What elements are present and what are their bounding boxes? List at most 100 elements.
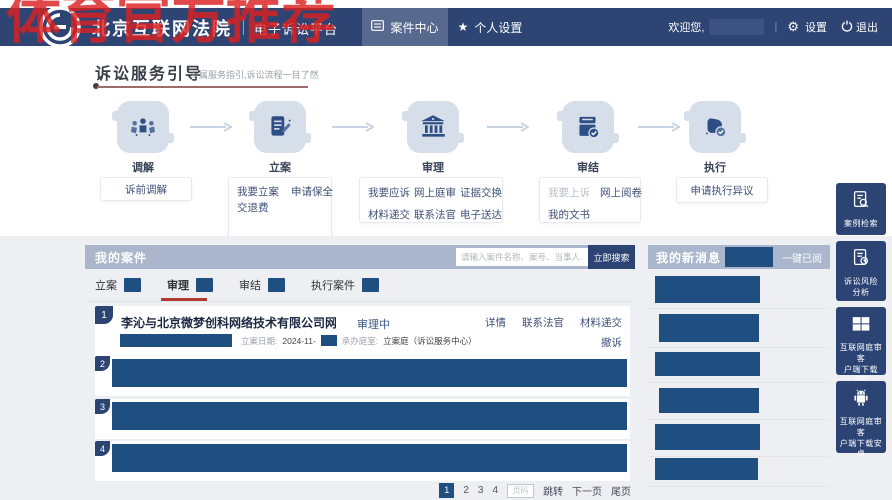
tab-concluded-count-redacted bbox=[268, 278, 285, 292]
action-material-submit[interactable]: 材料递交 bbox=[580, 315, 622, 330]
link-pretrial-mediation[interactable]: 诉前调解 bbox=[125, 182, 167, 197]
search-now-button[interactable]: 立即搜索 bbox=[588, 245, 635, 269]
case-content-redacted bbox=[112, 402, 627, 430]
step-filing-label: 立案 bbox=[250, 159, 310, 175]
page-3[interactable]: 3 bbox=[478, 485, 484, 496]
logout-button[interactable]: 退出 bbox=[841, 19, 878, 35]
tab-filing-label: 立案 bbox=[95, 277, 117, 293]
case-row-index: 1 bbox=[95, 306, 113, 324]
risk-analysis-icon bbox=[850, 256, 872, 273]
flow-arrow bbox=[190, 122, 232, 132]
windows-icon bbox=[850, 322, 872, 339]
link-online-file-review[interactable]: 网上阅卷 bbox=[600, 185, 642, 200]
link-my-documents[interactable]: 我的文书 bbox=[548, 207, 590, 222]
page-1-current[interactable]: 1 bbox=[439, 483, 454, 498]
page-jump-input[interactable] bbox=[507, 484, 534, 498]
link-contact-judge[interactable]: 联系法官 bbox=[414, 207, 456, 222]
case-center-list-icon bbox=[371, 20, 384, 34]
step-mediation-label: 调解 bbox=[113, 159, 173, 175]
last-page-button[interactable]: 尾页 bbox=[611, 483, 631, 498]
tab-trial-count-redacted bbox=[196, 278, 213, 292]
case-row-3-redacted[interactable]: 3 bbox=[95, 399, 630, 439]
nav-personal-settings[interactable]: ★ 个人设置 bbox=[448, 8, 532, 46]
nav-case-center[interactable]: 案件中心 bbox=[362, 8, 448, 46]
message-item-redacted[interactable] bbox=[659, 314, 759, 342]
case-number-redacted bbox=[120, 334, 232, 347]
message-item-redacted[interactable] bbox=[655, 424, 760, 450]
link-online-trial[interactable]: 网上庭审 bbox=[414, 185, 456, 200]
court-name: 北京互联网法院 bbox=[92, 15, 232, 41]
filing-date-label: 立案日期: bbox=[241, 335, 277, 347]
link-pay-refund-fee[interactable]: 交退费 bbox=[237, 202, 249, 215]
tab-execution-count-redacted bbox=[362, 278, 379, 292]
link-appeal[interactable]: 我要上诉 bbox=[548, 185, 590, 200]
mediation-people-icon bbox=[117, 101, 169, 153]
username-redacted bbox=[709, 19, 764, 35]
mark-all-read-button[interactable]: 一键已阅 bbox=[782, 250, 830, 265]
guide-section-subtitle: 专属服务指引,诉讼流程一目了然 bbox=[190, 68, 319, 81]
link-electronic-delivery[interactable]: 电子送达 bbox=[460, 207, 502, 222]
link-apply-preservation[interactable]: 申请保全 bbox=[291, 184, 333, 199]
power-icon bbox=[841, 20, 853, 35]
case-search-input[interactable] bbox=[456, 248, 588, 266]
sidebar-download-android-label: 互联网庭审客 户端下载安卓 bbox=[838, 417, 884, 460]
tab-concluded[interactable]: 审结 bbox=[239, 277, 285, 293]
my-cases-title: 我的案件 bbox=[85, 249, 147, 266]
link-evidence-exchange[interactable]: 证据交换 bbox=[460, 185, 502, 200]
sidebar-case-search-label: 案例检索 bbox=[838, 219, 884, 230]
nav-case-center-label: 案件中心 bbox=[390, 19, 438, 36]
logout-label: 退出 bbox=[856, 19, 878, 35]
sidebar-case-search-button[interactable]: 案例检索 bbox=[836, 183, 886, 235]
message-item-redacted[interactable] bbox=[655, 276, 760, 303]
link-execution-objection[interactable]: 申请执行异议 bbox=[691, 183, 754, 198]
message-item-redacted[interactable] bbox=[659, 388, 759, 413]
sidebar-download-pc-button[interactable]: 互联网庭审客 户端下载PC bbox=[836, 307, 886, 375]
top-header: 北京互联网法院 电子诉讼平台 案件中心 ★ 个人设置 欢迎您, | ⚙ 设置 退… bbox=[0, 8, 892, 46]
case-row-index: 4 bbox=[95, 441, 110, 456]
message-item-redacted[interactable] bbox=[655, 352, 760, 376]
action-contact-judge[interactable]: 联系法官 bbox=[522, 315, 564, 330]
guide-underline bbox=[97, 86, 308, 88]
case-actions: 详情 联系法官 材料递交 bbox=[485, 315, 622, 330]
next-page-button[interactable]: 下一页 bbox=[572, 483, 602, 498]
action-details[interactable]: 详情 bbox=[485, 315, 506, 330]
case-row-1[interactable]: 1 李沁与北京微梦创科网络技术有限公司网... 审理中 详情 联系法官 材料递交… bbox=[95, 306, 630, 358]
filing-links-card: 我要立案 申请保全 交退费 bbox=[228, 177, 332, 243]
link-file-case[interactable]: 我要立案 bbox=[237, 184, 279, 199]
link-respond-suit[interactable]: 我要应诉 bbox=[368, 185, 410, 200]
filing-date-value: 2024-11- bbox=[282, 336, 315, 346]
action-withdraw[interactable]: 撤诉 bbox=[601, 335, 622, 350]
link-material-submit[interactable]: 材料递交 bbox=[368, 207, 410, 222]
platform-name: 电子诉讼平台 bbox=[254, 19, 338, 38]
case-row-4-redacted[interactable]: 4 bbox=[95, 441, 630, 481]
hand-check-icon bbox=[689, 101, 741, 153]
case-row-2-redacted[interactable]: 2 bbox=[95, 356, 630, 396]
step-execution: 执行 bbox=[685, 101, 745, 175]
tab-filing[interactable]: 立案 bbox=[95, 277, 141, 293]
tab-concluded-label: 审结 bbox=[239, 277, 261, 293]
tab-trial[interactable]: 审理 bbox=[167, 277, 213, 293]
message-separator bbox=[650, 419, 828, 420]
tab-trial-label: 审理 bbox=[167, 277, 189, 293]
court-logo-icon bbox=[38, 5, 82, 49]
message-item-redacted[interactable] bbox=[655, 458, 758, 480]
execution-links-card: 申请执行异议 bbox=[676, 177, 768, 203]
case-content-redacted bbox=[112, 359, 627, 387]
settings-button[interactable]: ⚙ 设置 bbox=[787, 19, 827, 35]
case-row-index: 2 bbox=[95, 356, 110, 371]
messages-title: 我的新消息 bbox=[648, 249, 721, 266]
case-row-index: 3 bbox=[95, 399, 110, 414]
case-title[interactable]: 李沁与北京微梦创科网络技术有限公司网... bbox=[121, 314, 336, 331]
sidebar-risk-analysis-label: 诉讼风险 分析 bbox=[838, 277, 884, 299]
messages-panel: 我的新消息 一键已阅 bbox=[648, 245, 830, 500]
step-trial-label: 审理 bbox=[403, 159, 463, 175]
jump-button[interactable]: 跳转 bbox=[543, 483, 563, 498]
sidebar-risk-analysis-button[interactable]: 诉讼风险 分析 bbox=[836, 241, 886, 301]
tab-execution-cases[interactable]: 执行案件 bbox=[311, 277, 379, 293]
page-2[interactable]: 2 bbox=[463, 485, 469, 496]
case-content-redacted bbox=[112, 444, 627, 472]
page-4[interactable]: 4 bbox=[492, 485, 498, 496]
case-search-icon bbox=[850, 198, 872, 215]
tab-execution-cases-label: 执行案件 bbox=[311, 277, 355, 293]
sidebar-download-android-button[interactable]: 互联网庭审客 户端下载安卓 bbox=[836, 381, 886, 453]
